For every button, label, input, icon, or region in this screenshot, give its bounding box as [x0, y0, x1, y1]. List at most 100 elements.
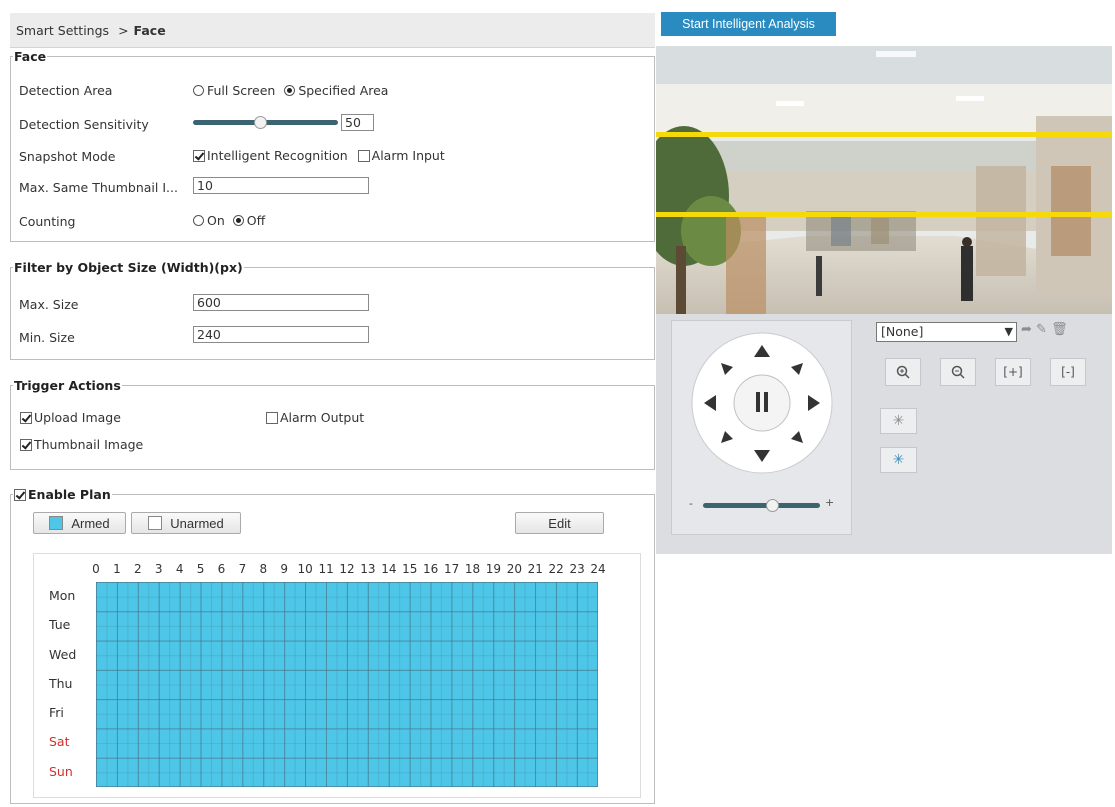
snapshot-mode-label: Snapshot Mode	[19, 149, 116, 164]
goto-preset-icon[interactable]: ➦	[1021, 322, 1032, 337]
counting-options: On Off	[193, 213, 265, 228]
armed-label: Armed	[71, 515, 110, 531]
enable-plan-checkbox[interactable]	[14, 489, 26, 501]
schedule-cells[interactable]	[96, 582, 598, 787]
counting-off-radio[interactable]	[232, 215, 244, 226]
max-size-input[interactable]: 600	[193, 294, 369, 311]
hour-label: 4	[175, 562, 184, 576]
edit-preset-icon[interactable]: ✎	[1036, 322, 1047, 337]
unarmed-label: Unarmed	[170, 515, 224, 531]
focus-near-button[interactable]: [+]	[995, 358, 1031, 386]
focus-minus-icon: [-]	[1061, 365, 1075, 379]
preset-actions: ➦ ✎ 🗑	[1021, 322, 1068, 337]
zoom-in-icon	[896, 365, 910, 379]
zoom-out-icon	[951, 365, 965, 379]
hour-label: 11	[318, 562, 334, 576]
intelligent-recognition-checkbox[interactable]	[193, 150, 205, 162]
hour-label: 23	[569, 562, 585, 576]
alarm-output-option: Alarm Output	[266, 410, 364, 425]
iris-close-button[interactable]: ✳	[880, 447, 917, 473]
zoom-in-button[interactable]	[885, 358, 921, 386]
thumbnail-image-checkbox[interactable]	[20, 439, 32, 451]
max-thumbnail-label: Max. Same Thumbnail I...	[19, 180, 178, 195]
hour-label: 17	[443, 562, 460, 576]
hour-label: 22	[548, 562, 564, 576]
hour-label: 0	[92, 562, 100, 576]
hour-label: 18	[464, 562, 481, 576]
hour-label: 7	[238, 562, 247, 576]
sensitivity-label: Detection Sensitivity	[19, 117, 149, 132]
snapshot-options: Intelligent Recognition Alarm Input	[193, 148, 445, 163]
day-label-thu: Thu	[49, 675, 73, 691]
upload-image-checkbox[interactable]	[20, 412, 32, 424]
counting-on-label: On	[207, 213, 225, 228]
delete-preset-icon[interactable]: 🗑	[1051, 322, 1068, 337]
hour-label: 1	[113, 562, 121, 576]
day-label-sat: Sat	[49, 734, 70, 750]
hour-label: 20	[506, 562, 522, 576]
zoom-out-button[interactable]	[940, 358, 976, 386]
full-screen-radio[interactable]	[193, 85, 204, 96]
unarmed-swatch-icon	[148, 516, 163, 530]
filter-legend: Filter by Object Size (Width)(px)	[14, 260, 243, 275]
focus-far-button[interactable]: [-]	[1050, 358, 1086, 386]
sensitivity-value-input[interactable]: 50	[341, 114, 374, 131]
max-thumbnail-input[interactable]: 10	[193, 177, 369, 194]
day-label-sun: Sun	[49, 763, 73, 779]
hour-label: 19	[485, 562, 502, 576]
breadcrumb-separator: >	[118, 22, 129, 38]
face-section: Face	[10, 49, 655, 242]
iris-icon: ✳	[892, 413, 905, 429]
day-label-fri: Fri	[49, 705, 64, 721]
alarm-input-label: Alarm Input	[371, 148, 445, 163]
hour-label: 10	[297, 562, 313, 576]
hour-label: 15	[402, 562, 418, 576]
preset-value: [None]	[881, 324, 924, 339]
video-preview[interactable]	[656, 46, 1112, 314]
hour-label: 14	[381, 562, 397, 576]
min-size-label: Min. Size	[19, 330, 75, 345]
alarm-output-checkbox[interactable]	[266, 412, 278, 424]
unarmed-button[interactable]: Unarmed	[131, 512, 241, 534]
mall-scene-image	[656, 46, 1112, 314]
hour-label: 6	[217, 562, 226, 576]
face-legend: Face	[14, 49, 47, 64]
day-label-tue: Tue	[49, 617, 71, 633]
counting-label: Counting	[19, 214, 76, 229]
focus-plus-icon: [+]	[1003, 365, 1023, 379]
min-size-input[interactable]: 240	[193, 326, 369, 343]
ptz-speed-thumb[interactable]	[766, 499, 779, 512]
trigger-legend: Trigger Actions	[14, 378, 121, 393]
detection-line-bottom[interactable]	[656, 212, 1112, 217]
hour-label: 3	[154, 562, 163, 576]
breadcrumb-parent[interactable]: Smart Settings	[16, 23, 109, 38]
day-label-mon: Mon	[49, 588, 76, 603]
armed-button[interactable]: Armed	[33, 512, 126, 534]
intelligent-recognition-label: Intelligent Recognition	[207, 148, 348, 163]
iris-open-button[interactable]: ✳	[880, 408, 917, 434]
hour-label: 13	[360, 562, 376, 576]
edit-button[interactable]: Edit	[515, 512, 604, 534]
speed-minus: -	[689, 497, 693, 510]
detection-line-top[interactable]	[656, 132, 1112, 137]
counting-on-radio[interactable]	[193, 215, 204, 226]
counting-off-label: Off	[246, 213, 266, 228]
start-analysis-button[interactable]: Start Intelligent Analysis	[661, 12, 836, 36]
hour-label: 21	[527, 562, 543, 576]
enable-plan-label: Enable Plan	[28, 487, 111, 502]
detection-area-options: Full Screen Specified Area	[193, 83, 388, 98]
chevron-down-icon: ▼	[1004, 325, 1013, 338]
ptz-speed-slider[interactable]	[703, 503, 820, 508]
hour-label: 16	[423, 562, 439, 576]
plan-legend: Enable Plan	[13, 487, 112, 502]
alarm-input-checkbox[interactable]	[357, 150, 370, 162]
detection-area-label: Detection Area	[19, 83, 113, 98]
max-size-label: Max. Size	[19, 297, 79, 312]
specified-area-radio[interactable]	[284, 85, 296, 96]
sensitivity-slider-thumb[interactable]	[254, 116, 267, 129]
breadcrumb: Smart Settings > Face	[10, 13, 655, 48]
upload-image-label: Upload Image	[34, 410, 121, 425]
hour-label: 9	[280, 562, 289, 576]
hour-label: 12	[339, 562, 355, 576]
preset-select[interactable]: [None] ▼	[876, 322, 1017, 342]
